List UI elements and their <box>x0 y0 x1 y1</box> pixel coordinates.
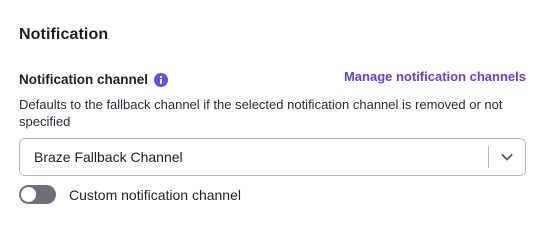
manage-notification-channels-link[interactable]: Manage notification channels <box>344 69 526 84</box>
notification-channel-label-group: Notification channel <box>19 72 169 87</box>
toggle-knob <box>21 187 36 202</box>
notification-channel-label: Notification channel <box>19 72 149 87</box>
custom-notification-channel-toggle[interactable] <box>19 185 56 204</box>
notification-channel-header: Notification channel Manage notification… <box>19 69 526 87</box>
section-title: Notification <box>19 26 109 43</box>
selected-channel-value: Braze Fallback Channel <box>34 149 183 165</box>
notification-section: Notification Notification channel Manage… <box>0 0 552 232</box>
info-icon[interactable] <box>154 72 169 87</box>
custom-notification-channel-label: Custom notification channel <box>69 186 241 203</box>
notification-channel-select[interactable]: Braze Fallback Channel <box>19 138 526 176</box>
chevron-down-icon[interactable] <box>489 139 525 175</box>
custom-channel-toggle-row: Custom notification channel <box>19 185 241 204</box>
notification-channel-help-text: Defaults to the fallback channel if the … <box>19 97 503 129</box>
